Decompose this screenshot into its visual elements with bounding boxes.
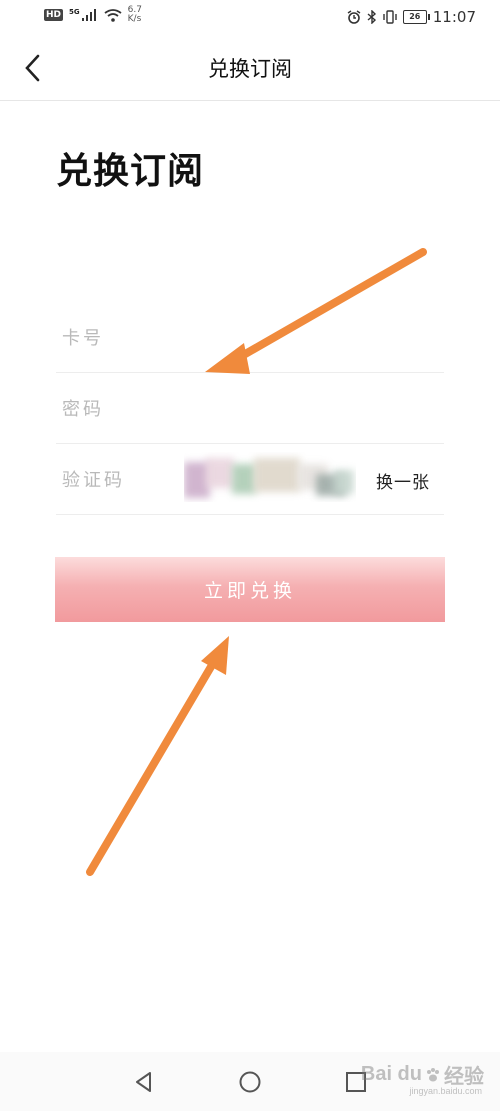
card-number-input[interactable] [56, 302, 448, 374]
status-left: HD 5G 6.7 K/s [44, 6, 142, 24]
hd-badge: HD [44, 9, 64, 21]
clock: 11:07 [432, 8, 476, 26]
card-number-row: 卡号 [56, 302, 448, 374]
watermark: Bai du 经验 jingyan.baidu.com [360, 1060, 484, 1096]
bluetooth-icon [367, 10, 376, 24]
captcha-image[interactable] [184, 452, 356, 502]
alarm-icon [347, 10, 361, 24]
battery-icon: 26 [402, 10, 430, 24]
captcha-refresh-link[interactable]: 换一张 [376, 468, 430, 493]
paw-icon [427, 1067, 439, 1081]
nav-bar: 兑换订阅 [0, 36, 500, 101]
status-bar: HD 5G 6.7 K/s 26 11:07 [0, 0, 500, 36]
redeem-button[interactable]: 立即兑换 [55, 557, 445, 622]
arrow-to-redeem-button [86, 636, 229, 876]
captcha-row: 验证码 换一张 [56, 444, 444, 516]
vibrate-icon [383, 10, 397, 24]
net-speed-unit: K/s [127, 14, 142, 24]
status-right: 26 11:07 [347, 8, 476, 26]
triangle-back-icon [136, 1072, 151, 1092]
watermark-brand: Bai du [360, 1063, 422, 1085]
watermark-url: jingyan.baidu.com [409, 1086, 482, 1096]
system-home-button[interactable] [238, 1070, 262, 1094]
wifi-icon [104, 8, 122, 22]
nav-title: 兑换订阅 [208, 57, 292, 81]
captcha-input[interactable] [56, 444, 180, 516]
net-speed: 6.7 K/s [128, 6, 142, 24]
signal-icon [81, 9, 96, 21]
watermark-brand-cn: 经验 [444, 1066, 484, 1088]
circle-home-icon [239, 1071, 261, 1093]
password-row: 密码 [56, 373, 448, 445]
password-input[interactable] [56, 373, 448, 445]
signal-label: 5G [69, 8, 80, 16]
page-title: 兑换订阅 [56, 150, 205, 192]
system-back-button[interactable] [132, 1070, 156, 1094]
